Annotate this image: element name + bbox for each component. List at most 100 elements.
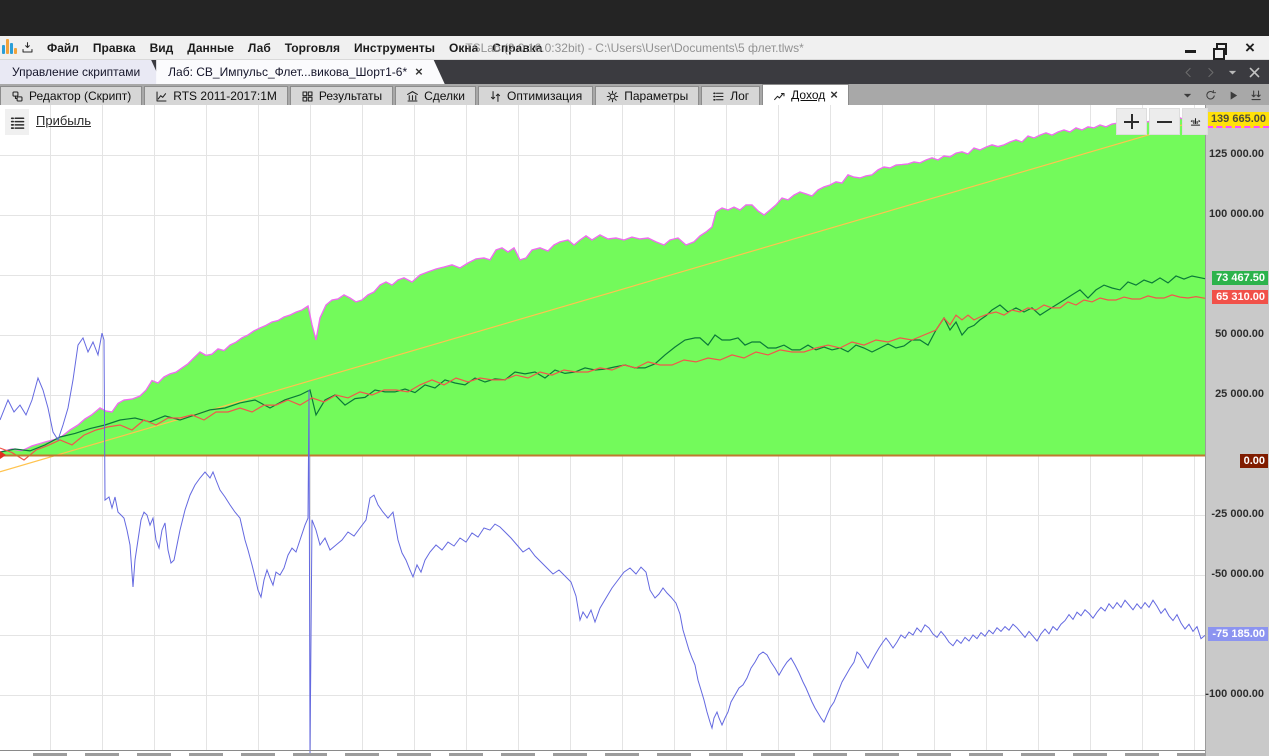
caret-down-icon [1183,93,1192,98]
menu-item-Лаб[interactable]: Лаб [241,36,278,60]
tslab-logo-icon [2,39,17,54]
play-icon [1230,91,1238,100]
profit-chart-panel: 125 000.00 100 000.00 50 000.00 25 000.00 -2… [0,105,1269,756]
menu-item-Окна[interactable]: Окна [442,36,485,60]
double-down-icon [1251,90,1261,101]
tools-icon [1249,67,1260,77]
restore-button[interactable] [1213,41,1227,60]
menu-item-Справка[interactable]: Справка [485,36,549,60]
view-tab-label: Результаты [318,89,383,103]
close-tab-icon[interactable]: × [415,66,423,78]
refresh-icon [1206,90,1217,100]
document-tab-tools [1182,60,1269,84]
document-tabs: Управление скриптами Лаб: СВ_Импульс_Флет… [0,60,439,84]
axis-value-marker: 73 467.50 [1212,270,1268,285]
fit-chart-icon [1189,115,1202,128]
view-tab-label: Редактор (Скрипт) [29,89,132,103]
menu-item-Вид[interactable]: Вид [143,36,181,60]
view-tab-label: Доход [791,88,826,102]
doc-tab[interactable]: Лаб: СВ_Импульс_Флет...викова_Шорт1-6* × [156,60,445,84]
grid-icon [301,90,314,103]
nav-right-icon [1208,67,1214,77]
axis-tick-label: -100 000.00 [1205,688,1264,700]
view-tab-label: Параметры [624,89,689,103]
doc-tab-label: Лаб: СВ_Импульс_Флет...викова_Шорт1-6* [168,65,408,79]
close-icon: × [1245,37,1255,57]
fit-icon [1190,118,1200,126]
axis-value-marker: 65 310.00 [1212,290,1268,305]
minus-icon [1157,120,1172,123]
profit-chart-plot[interactable] [0,105,1205,756]
nav-right-icon[interactable] [1204,66,1217,79]
minimize-icon [1184,49,1196,53]
step-run-icon[interactable] [1250,89,1263,102]
axis-tick-label: 125 000.00 [1208,148,1264,160]
view-tab-Результаты[interactable]: Результаты [289,86,394,105]
doc-tab-label: Управление скриптами [12,65,141,79]
view-tab-label: Сделки [424,89,466,103]
desktop-strip [0,0,1269,36]
menu-item-Торговля[interactable]: Торговля [278,36,347,60]
view-tab-Сделки[interactable]: Сделки [395,86,477,105]
chart-icon [155,90,168,103]
run-script-icon[interactable] [1227,89,1240,102]
list-icon [712,90,725,103]
import-icon[interactable] [21,41,34,54]
axis-tick-label: -50 000.00 [1211,568,1264,580]
menu-bar: Файл Правка Вид Данные Лаб Торговля Инструмент… [0,36,1269,60]
profit-series-link[interactable]: Прибыль [36,113,91,128]
view-tab-Доход[interactable]: Доход × [762,84,849,105]
bank-icon [407,90,419,101]
caret-down-icon [1228,70,1237,75]
doc-tab[interactable]: Управление скриптами [0,60,162,84]
minimize-button[interactable] [1183,41,1197,55]
view-tab-bar: Редактор (Скрипт) RTS 2011-2017:1M Результ… [0,84,1269,105]
zoom-in-button[interactable] [1116,108,1147,135]
view-tab-label: Лог [730,89,750,103]
script-icon [12,91,23,101]
series-list-icon [10,115,25,130]
axis-tick-label: 25 000.00 [1215,388,1264,400]
axis-tick-label: 100 000.00 [1208,208,1264,220]
view-tab-Лог[interactable]: Лог [701,86,761,105]
bank-icon [406,90,419,103]
view-tab-Редактор (Скрипт)[interactable]: Редактор (Скрипт) [0,86,143,105]
document-tab-bar: Управление скриптами Лаб: СВ_Импульс_Флет… [0,60,1269,84]
view-tab-dropdown-icon[interactable] [1181,89,1194,102]
axis-tick-label: 50 000.00 [1215,328,1264,340]
menu-item-Инструменты[interactable]: Инструменты [347,36,442,60]
gear-icon [606,90,619,102]
list-icon [713,91,724,101]
nav-left-icon[interactable] [1182,66,1195,79]
menu-item-Правка[interactable]: Правка [86,36,143,60]
axis-value-marker: -75 185.00 [1208,627,1268,642]
zoom-fit-button[interactable] [1182,108,1208,135]
grid-icon [302,91,313,101]
close-button[interactable]: × [1243,37,1257,57]
view-tab-RTS 2011-2017:1M[interactable]: RTS 2011-2017:1M [144,86,288,105]
view-tab-label: RTS 2011-2017:1M [173,89,277,103]
hamburger-list-icon [10,116,24,129]
tab-list-dropdown-icon[interactable] [1226,66,1239,79]
window-controls: × [1183,37,1269,60]
restore-icon [1213,42,1227,60]
menu-item-Данные[interactable]: Данные [180,36,241,60]
sliders-icon [490,90,501,102]
close-tab-icon[interactable]: × [830,88,838,101]
menu-item-Файл[interactable]: Файл [40,36,86,60]
view-tab-Параметры[interactable]: Параметры [595,86,700,105]
view-tab-Оптимизация[interactable]: Оптимизация [478,86,594,105]
nav-left-icon [1185,67,1191,77]
sliders-icon [489,90,502,103]
refresh-icon[interactable] [1204,89,1217,102]
tools-icon[interactable] [1248,66,1261,79]
zoom-out-button[interactable] [1149,108,1180,135]
plus-icon [1124,114,1139,129]
income-chart-icon [774,92,785,100]
income-chart-icon [773,89,786,102]
chart-icon [156,91,167,101]
view-tab-label: Оптимизация [507,89,583,103]
menu-items: Файл Правка Вид Данные Лаб Торговля Инструмент… [40,36,549,60]
value-axis[interactable]: 125 000.00 100 000.00 50 000.00 25 000.00 -2… [1205,105,1269,756]
series-menu-button[interactable] [5,109,29,135]
